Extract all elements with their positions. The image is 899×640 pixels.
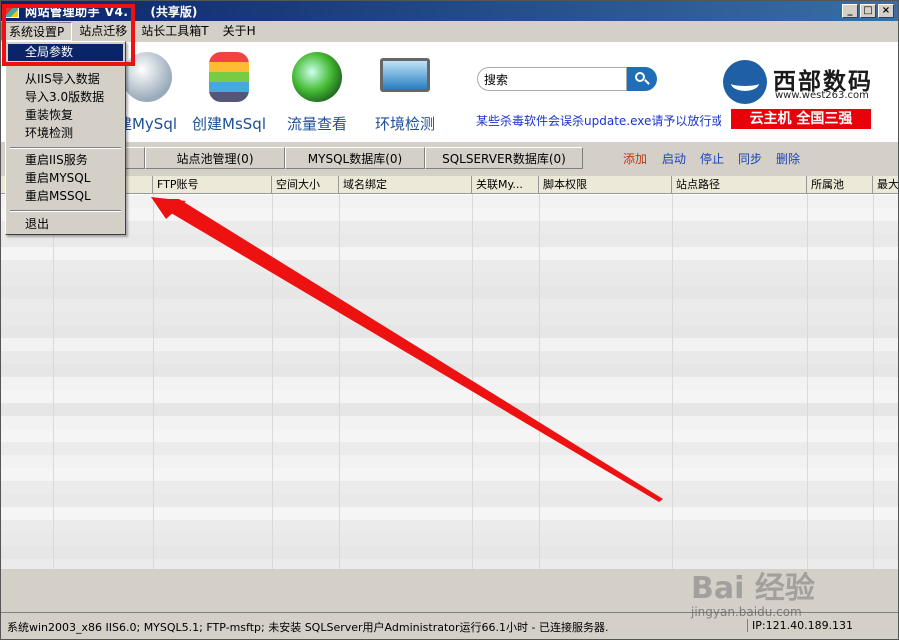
watermark-sub: jingyan.baidu.com: [691, 605, 802, 619]
watermark-main: Bai 经验: [691, 571, 815, 606]
app-window: 网站管理助手 V4. (共享版) _ □ × 系统设置P 站点迁移 站长工具箱T…: [0, 0, 899, 640]
baidu-watermark: Bai 经验 jingyan.baidu.com: [691, 541, 861, 631]
arrow-shaft: [153, 199, 663, 502]
